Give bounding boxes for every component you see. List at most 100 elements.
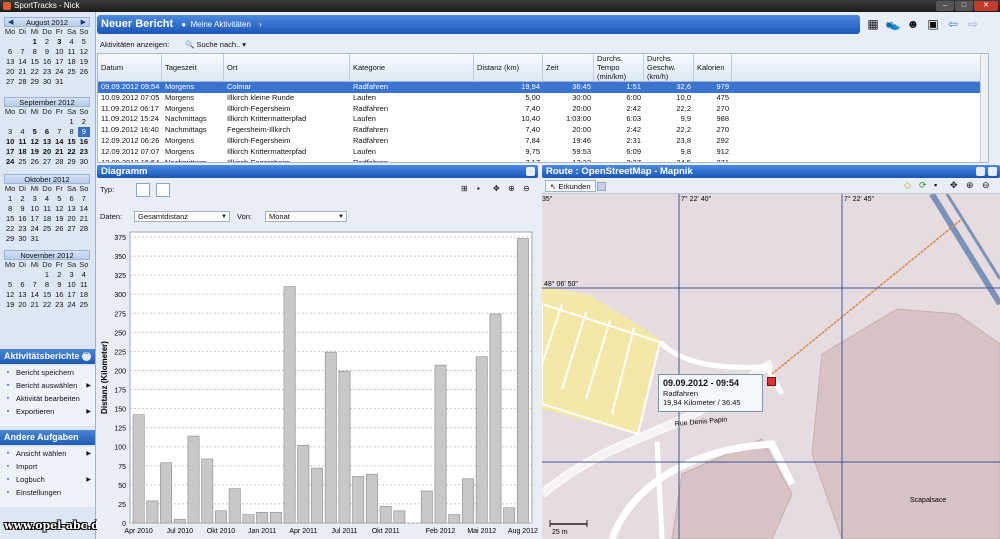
- column-header[interactable]: Distanz (km): [474, 54, 543, 81]
- table-row[interactable]: 10.09.2012 07:05 Morgens Illkirch kleine R…: [98, 93, 988, 104]
- table-row[interactable]: 11.09.2012 06:17 Morgens Illkirch-Fegershe…: [98, 104, 988, 115]
- calendar-day[interactable]: 26: [29, 157, 41, 167]
- chevron-left-icon[interactable]: ◀: [8, 18, 13, 27]
- column-header[interactable]: Kalorien: [694, 54, 732, 81]
- calendar-day[interactable]: 18: [41, 214, 53, 224]
- calendar-day[interactable]: 28: [78, 224, 90, 234]
- calendar-day[interactable]: 4: [41, 194, 53, 204]
- column-header[interactable]: Zeit: [543, 54, 594, 81]
- task-bericht-speichern[interactable]: ▪ Bericht speichern: [0, 366, 95, 379]
- equipment-icon[interactable]: ▣: [925, 16, 941, 32]
- calendar-day[interactable]: 21: [53, 147, 65, 157]
- calendar-day[interactable]: 22: [41, 300, 53, 310]
- calendar-day[interactable]: 4: [16, 127, 28, 137]
- calendar-day[interactable]: 19: [78, 57, 90, 67]
- calendar-day[interactable]: 19: [29, 147, 41, 157]
- calendar-day[interactable]: 22: [29, 67, 41, 77]
- search-dropdown[interactable]: 🔍 Suche nach.. ▾: [185, 38, 246, 52]
- calendar-day[interactable]: 3: [65, 270, 77, 280]
- calendar-day[interactable]: 2: [16, 194, 28, 204]
- calendar-day[interactable]: 18: [16, 147, 28, 157]
- table-row[interactable]: 12.09.2012 07:07 Morgens Illkirch Kritterm…: [98, 147, 988, 158]
- calendar-day[interactable]: 2: [41, 37, 53, 47]
- calendar-day[interactable]: 15: [4, 214, 16, 224]
- calendar-day[interactable]: 24: [29, 224, 41, 234]
- line-chart-type-button[interactable]: [156, 183, 170, 197]
- calendar-day[interactable]: 9: [53, 280, 65, 290]
- panel-menu-button[interactable]: [976, 167, 985, 176]
- close-button[interactable]: ✕: [974, 1, 998, 11]
- calendar-day[interactable]: 12: [29, 137, 41, 147]
- calendar-day[interactable]: 12: [53, 204, 65, 214]
- column-header[interactable]: Durchs. Tempo (min/km): [594, 54, 644, 81]
- calendar-day[interactable]: 12: [78, 47, 90, 57]
- task-bericht-ausw-hlen[interactable]: ▪ Bericht auswählen ▶: [0, 379, 95, 392]
- column-header[interactable]: Durchs. Geschw. (km/h): [644, 54, 694, 81]
- task-import[interactable]: ▪ Import: [0, 460, 95, 473]
- calendar-day[interactable]: 16: [41, 57, 53, 67]
- task-aktivit-t-bearbeiten[interactable]: ▪ Aktivität bearbeiten: [0, 392, 95, 405]
- fit-icon[interactable]: ✥: [493, 184, 507, 198]
- calendar-day[interactable]: 4: [65, 37, 77, 47]
- calendar-day[interactable]: 7: [53, 127, 65, 137]
- calendar-day[interactable]: 3: [29, 194, 41, 204]
- calendar-day[interactable]: 31: [29, 234, 41, 244]
- maximize-button[interactable]: □: [955, 1, 973, 11]
- calendar-day[interactable]: 28: [16, 77, 28, 87]
- calendar-day[interactable]: 1: [65, 117, 77, 127]
- task-logbuch[interactable]: ▪ Logbuch ▶: [0, 473, 95, 486]
- calendar-day[interactable]: 8: [29, 47, 41, 57]
- calendar-day[interactable]: 10: [53, 47, 65, 57]
- calendar-day[interactable]: 3: [4, 127, 16, 137]
- calendar-day[interactable]: 11: [78, 280, 90, 290]
- calendar-day[interactable]: 7: [29, 280, 41, 290]
- calendar-day[interactable]: 2: [78, 117, 90, 127]
- calendar-day[interactable]: 29: [4, 234, 16, 244]
- calendar-day[interactable]: 30: [41, 77, 53, 87]
- calendar-day[interactable]: 8: [4, 204, 16, 214]
- calendar-day[interactable]: 21: [78, 214, 90, 224]
- calendar-day[interactable]: 20: [16, 300, 28, 310]
- shoe-icon[interactable]: 👟: [885, 16, 901, 32]
- calendar-day[interactable]: 24: [4, 157, 16, 167]
- route-map[interactable]: 35" 7° 22' 40" 7° 22' 45" 48° 06' 50" Ru…: [542, 194, 1000, 539]
- calendar-day[interactable]: 13: [4, 57, 16, 67]
- calendar-day[interactable]: 10: [4, 137, 16, 147]
- calendar-day[interactable]: 8: [41, 280, 53, 290]
- calendar-day[interactable]: 14: [16, 57, 28, 67]
- calendar-day[interactable]: 23: [78, 147, 90, 157]
- column-header[interactable]: Kategorie: [350, 54, 474, 81]
- save-icon[interactable]: ▪: [477, 184, 491, 198]
- diamond-icon[interactable]: ◇: [904, 180, 911, 191]
- bar-chart-type-button[interactable]: [136, 183, 150, 197]
- calendar-day[interactable]: 5: [78, 37, 90, 47]
- calendar-day[interactable]: 6: [65, 194, 77, 204]
- table-row[interactable]: 11.09.2012 15:24 Nachmittags Illkirch Krit…: [98, 114, 988, 125]
- calendar-day[interactable]: 9: [77, 127, 90, 137]
- task-einstellungen[interactable]: ▪ Einstellungen: [0, 486, 95, 499]
- calendar-day[interactable]: 14: [53, 137, 65, 147]
- calendar-day[interactable]: 15: [41, 290, 53, 300]
- calendar-day[interactable]: 25: [16, 157, 28, 167]
- calendar-day[interactable]: 26: [78, 67, 90, 77]
- calendar-day[interactable]: 24: [53, 67, 65, 77]
- calendar-day[interactable]: 25: [78, 300, 90, 310]
- calendar-day[interactable]: 21: [29, 300, 41, 310]
- calendar-day[interactable]: 16: [16, 214, 28, 224]
- calendar-day[interactable]: 31: [53, 77, 65, 87]
- athlete-icon[interactable]: ☻: [905, 16, 921, 32]
- chart-icon[interactable]: ⊞: [461, 184, 475, 198]
- zoom-in-icon[interactable]: ⊕: [966, 180, 974, 191]
- layer-toggle[interactable]: [597, 182, 606, 191]
- calendar-day[interactable]: 30: [78, 157, 90, 167]
- calendar-day[interactable]: 19: [4, 300, 16, 310]
- calendar-day[interactable]: 8: [65, 127, 77, 137]
- calendar-day[interactable]: 15: [29, 57, 41, 67]
- calendar-day[interactable]: 12: [4, 290, 16, 300]
- calendar-day[interactable]: 20: [65, 214, 77, 224]
- calendar-day[interactable]: 10: [65, 280, 77, 290]
- calendar-icon[interactable]: ▦: [865, 16, 881, 32]
- calendar-day[interactable]: 27: [4, 77, 16, 87]
- calendar-day[interactable]: 3: [53, 37, 65, 47]
- calendar-day[interactable]: 23: [16, 224, 28, 234]
